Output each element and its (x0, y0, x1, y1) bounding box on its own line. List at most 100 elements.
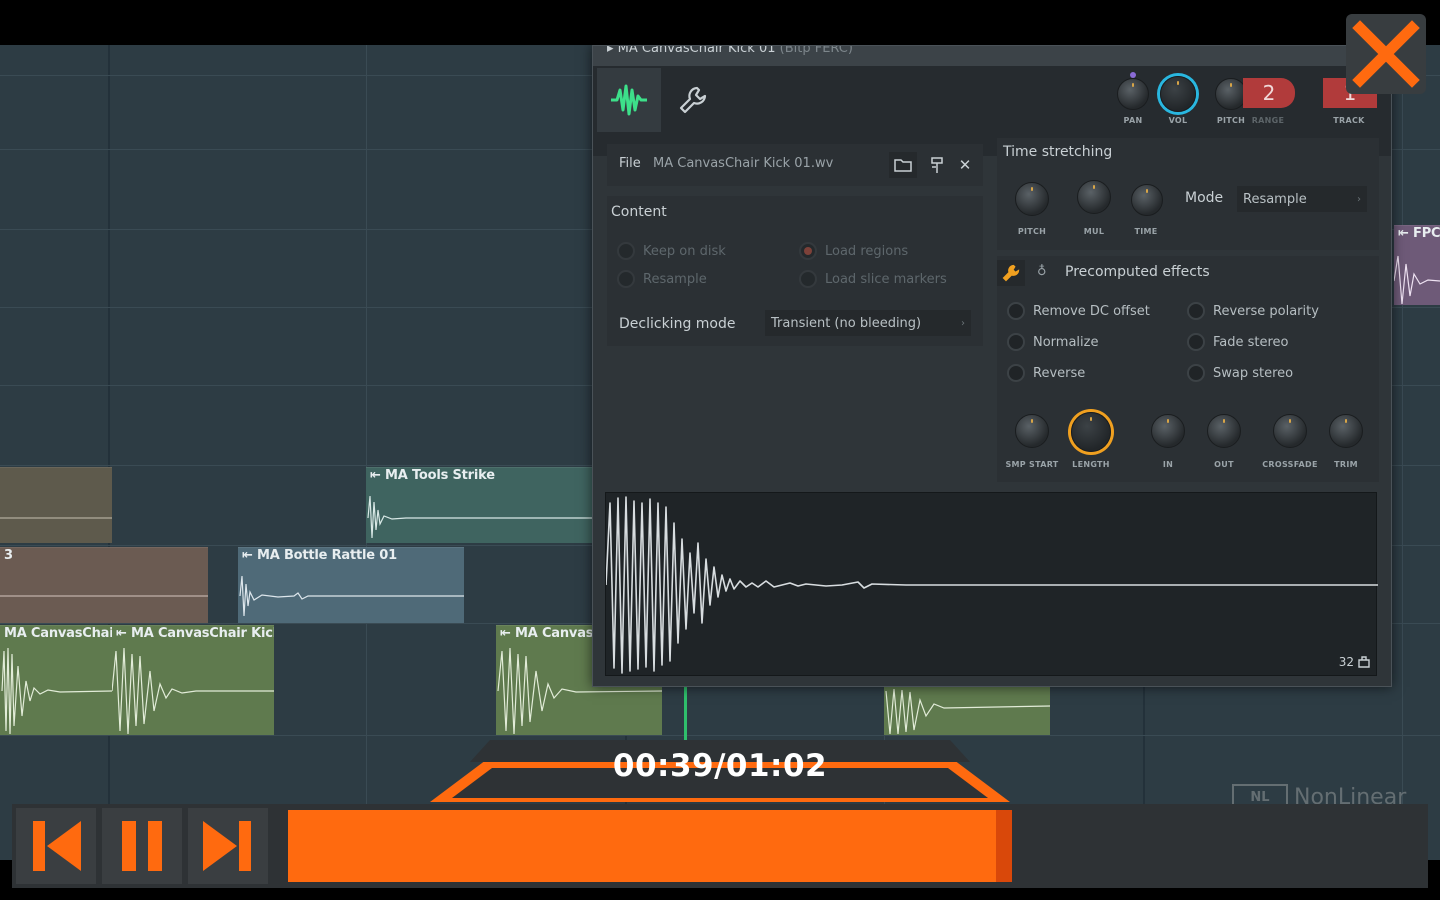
file-row: File MA CanvasChair Kick 01.wv ✕ (607, 144, 983, 186)
bulb-icon[interactable]: ♁ (1037, 264, 1047, 279)
next-button[interactable] (188, 808, 268, 884)
option-label: Normalize (1033, 334, 1099, 350)
radio-icon (1187, 333, 1205, 351)
clip-waveform (0, 517, 112, 519)
clip-waveform (367, 495, 592, 539)
sample-start-knob[interactable] (1015, 414, 1049, 448)
crossfade-knob[interactable] (1273, 414, 1307, 448)
locate-sample-button[interactable] (923, 152, 951, 178)
file-name[interactable]: MA CanvasChair Kick 01.wv (653, 156, 833, 171)
chevron-right-icon: › (1357, 193, 1361, 205)
option-label: Fade stereo (1213, 334, 1289, 350)
clip-waveform (239, 575, 464, 617)
option-label: Resample (643, 271, 707, 287)
radio-icon (617, 270, 635, 288)
stretch-mul-knob[interactable] (1077, 180, 1111, 214)
playlist-clip[interactable]: ⇤ MA Bottle Rattle 01 (238, 547, 464, 623)
radio-icon (1187, 302, 1205, 320)
snap-icon (1358, 656, 1370, 668)
remove-dc-offset-toggle[interactable]: Remove DC offset (1007, 302, 1150, 320)
window-titlebar[interactable]: ▸ MA CanvasChair Kick 01 (Bitp FERC) (593, 46, 1391, 66)
clip-waveform (0, 595, 208, 597)
track-divider (0, 735, 1440, 736)
channel-settings-window[interactable]: ▸ MA CanvasChair Kick 01 (Bitp FERC) PAN… (592, 45, 1392, 687)
window-title-sub: (Bitp FERC) (779, 46, 853, 56)
option-label: Reverse (1033, 365, 1086, 381)
fade-stereo-toggle[interactable]: Fade stereo (1187, 333, 1289, 351)
length-knob[interactable] (1071, 412, 1111, 452)
declicking-mode-select[interactable]: Transient (no bleeding) › (765, 310, 971, 336)
reverse-toggle[interactable]: Reverse (1007, 364, 1085, 382)
zoom-indicator[interactable]: 32 (1339, 655, 1370, 669)
radio-icon (1187, 364, 1205, 382)
clip-waveform (1394, 255, 1440, 305)
pan-knob[interactable] (1117, 78, 1149, 110)
keep-on-disk-option[interactable]: Keep on disk (617, 242, 726, 260)
pause-button[interactable] (102, 808, 182, 884)
radio-icon (799, 242, 817, 260)
video-player-controls: 00:39/01:02 (0, 740, 1440, 900)
wrench-icon (1002, 264, 1020, 282)
tab-sample[interactable] (597, 68, 661, 132)
playlist-clip[interactable] (0, 467, 112, 543)
option-label: Load slice markers (825, 271, 947, 287)
pan-indicator (1130, 72, 1136, 78)
folder-icon (894, 159, 912, 172)
option-label: Remove DC offset (1033, 303, 1150, 319)
previous-button[interactable] (16, 808, 96, 884)
content-panel: Content Keep on disk Resample Load regio… (607, 196, 983, 346)
progress-bar[interactable] (288, 810, 1428, 882)
load-slice-markers-option[interactable]: Load slice markers (799, 270, 947, 288)
length-label: LENGTH (1072, 460, 1110, 469)
load-regions-option[interactable]: Load regions (799, 242, 908, 260)
volume-knob[interactable] (1160, 76, 1196, 112)
sample-waveform-view[interactable]: 32 (605, 492, 1378, 676)
playlist-clip[interactable]: ⇤ MA Tools Strike (366, 467, 592, 543)
sample-waveform (605, 496, 1378, 674)
swap-stereo-toggle[interactable]: Swap stereo (1187, 364, 1293, 382)
radio-icon (1007, 302, 1025, 320)
file-label: File (619, 156, 641, 171)
tab-settings[interactable] (661, 68, 725, 132)
precomputed-title: Precomputed effects (1065, 264, 1210, 280)
stretch-time-label: TIME (1134, 227, 1158, 236)
playlist-clip[interactable]: 3 (0, 547, 208, 623)
reverse-polarity-toggle[interactable]: Reverse polarity (1187, 302, 1319, 320)
stretch-mode-select[interactable]: Resample › (1237, 186, 1367, 212)
playlist-clip[interactable]: ⇤ FPC (1394, 225, 1440, 305)
chevron-right-icon: › (961, 317, 965, 329)
playlist-clip[interactable]: ⇤ MA CanvasChair Kick 01 (112, 625, 274, 735)
playlist-clip[interactable]: MA CanvasChair Ki (0, 625, 112, 735)
progress-fill (288, 810, 1012, 882)
option-label: Load regions (825, 243, 909, 259)
pause-icon (122, 821, 162, 871)
grid-line (108, 45, 110, 860)
collapse-arrow-icon[interactable]: ▸ (607, 46, 614, 56)
fade-out-knob[interactable] (1207, 414, 1241, 448)
range-stepper[interactable]: 2 (1243, 78, 1295, 108)
resample-option[interactable]: Resample (617, 270, 707, 288)
clear-sample-button[interactable]: ✕ (951, 152, 979, 178)
stretch-time-knob[interactable] (1131, 184, 1163, 216)
effects-settings-button[interactable] (997, 260, 1025, 286)
player-bar (12, 804, 1428, 888)
stretch-pitch-knob[interactable] (1015, 182, 1049, 216)
fade-in-knob[interactable] (1151, 414, 1185, 448)
mode-label: Mode (1185, 190, 1224, 206)
option-label: Keep on disk (643, 243, 726, 259)
clip-waveform (112, 647, 274, 735)
trim-knob[interactable] (1329, 414, 1363, 448)
playhead[interactable] (684, 685, 687, 745)
track-label: TRACK (1333, 116, 1365, 125)
normalize-toggle[interactable]: Normalize (1007, 333, 1098, 351)
browse-folder-button[interactable] (889, 152, 917, 178)
progress-handle[interactable] (995, 810, 1012, 882)
close-video-button[interactable] (1346, 14, 1426, 94)
option-label: Reverse polarity (1213, 303, 1319, 319)
clip-waveform (1, 647, 112, 735)
playback-time: 00:39/01:02 (612, 748, 828, 784)
skip-next-icon (203, 821, 251, 871)
playlist-clip[interactable] (884, 685, 1050, 735)
time-stretching-title: Time stretching (1003, 144, 1113, 160)
range-value: 2 (1262, 81, 1276, 105)
